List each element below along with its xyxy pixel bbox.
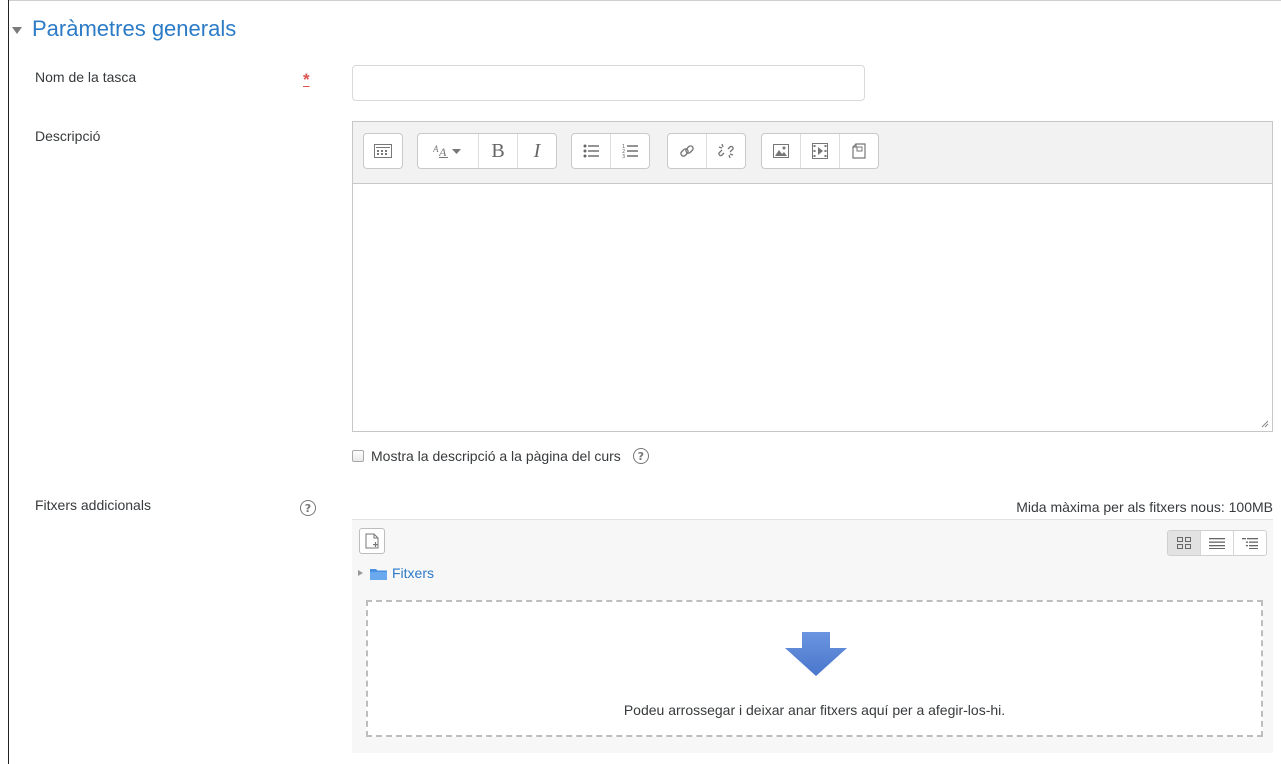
- max-size-text: Mida màxima per als fitxers nous: 100MB: [1016, 499, 1273, 515]
- unordered-list-icon[interactable]: [572, 134, 611, 168]
- toolbar-group-5: [761, 133, 879, 169]
- name-label: Nom de la tasca: [35, 69, 137, 85]
- show-description-label[interactable]: Mostra la descripció a la pàgina del cur…: [371, 448, 621, 464]
- bold-button[interactable]: B: [479, 134, 518, 168]
- folder-link[interactable]: Fitxers: [392, 565, 434, 581]
- view-switcher: [1167, 530, 1267, 556]
- font-size-icon[interactable]: AA: [418, 134, 479, 168]
- drop-message: Podeu arrossegar i deixar anar fitxers a…: [623, 702, 1006, 718]
- toolbar-group-2: AA B I: [417, 133, 557, 169]
- file-manage-icon[interactable]: [840, 134, 878, 168]
- toolbar-group-4: [667, 133, 746, 169]
- svg-text:3: 3: [622, 154, 625, 159]
- collapse-caret-icon[interactable]: [12, 26, 22, 34]
- editor-toolbar: AA B I 123: [353, 122, 1272, 184]
- svg-text:A: A: [438, 145, 447, 158]
- files-help-icon[interactable]: ?: [300, 500, 316, 516]
- tree-view-icon[interactable]: [1234, 531, 1266, 555]
- add-file-icon: [365, 533, 379, 549]
- file-drop-zone[interactable]: Podeu arrossegar i deixar anar fitxers a…: [366, 600, 1263, 737]
- resize-grip-icon[interactable]: [1261, 420, 1269, 428]
- top-border: [8, 0, 1281, 1]
- toolbar-toggle-icon[interactable]: [364, 134, 402, 168]
- toolbar-group-1: [363, 133, 403, 169]
- file-manager: Fitxers Podeu arrossegar i deixar anar f…: [352, 519, 1273, 753]
- drop-arrow-icon: [785, 632, 847, 676]
- editor-content-area[interactable]: [353, 184, 1272, 431]
- assignment-name-input[interactable]: [352, 65, 865, 101]
- link-icon[interactable]: [668, 134, 707, 168]
- add-file-button[interactable]: [359, 528, 385, 554]
- left-border: [8, 0, 9, 764]
- toolbar-group-3: 123: [571, 133, 650, 169]
- description-editor: AA B I 123: [352, 121, 1273, 432]
- unlink-icon[interactable]: [707, 134, 745, 168]
- required-icon: *: [303, 70, 310, 89]
- show-description-row: Mostra la descripció a la pàgina del cur…: [352, 448, 649, 464]
- list-view-icon[interactable]: [1201, 531, 1234, 555]
- italic-button[interactable]: I: [518, 134, 556, 168]
- show-description-checkbox[interactable]: [352, 450, 364, 462]
- help-icon[interactable]: ?: [632, 448, 649, 464]
- media-icon[interactable]: [801, 134, 840, 168]
- files-label: Fitxers addicionals: [35, 497, 151, 513]
- expand-arrow-icon[interactable]: [358, 570, 363, 576]
- icons-view-icon[interactable]: [1168, 531, 1201, 555]
- section-header-general[interactable]: Paràmetres generals: [12, 16, 236, 42]
- description-label: Descripció: [35, 128, 101, 144]
- ordered-list-icon[interactable]: 123: [611, 134, 649, 168]
- section-title: Paràmetres generals: [32, 16, 237, 41]
- image-icon[interactable]: [762, 134, 801, 168]
- folder-icon: [370, 568, 387, 580]
- file-path: Fitxers: [358, 565, 434, 581]
